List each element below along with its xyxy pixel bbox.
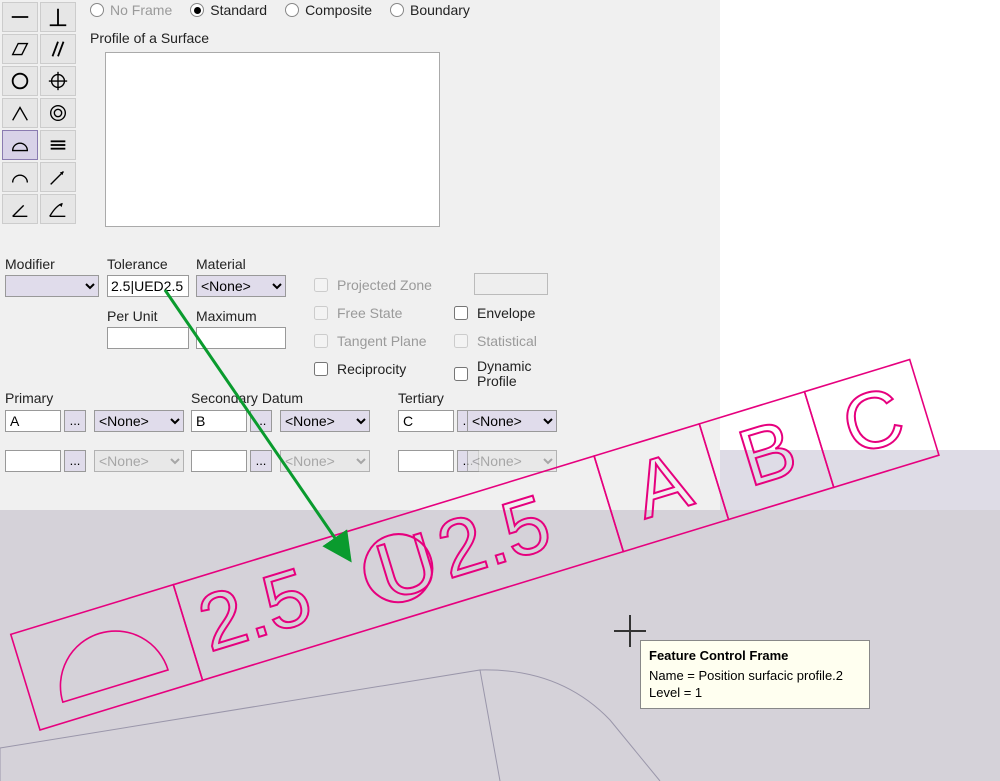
no-frame-radio[interactable]: No Frame [90, 2, 172, 18]
material-select[interactable]: <None> [196, 275, 286, 297]
secondary-ellipsis2-button[interactable]: ... [250, 450, 272, 472]
composite-label: Composite [305, 2, 372, 18]
primary-input2[interactable] [5, 450, 61, 472]
secondary-datum-row: ... [191, 410, 272, 432]
tertiary-input2[interactable] [398, 450, 454, 472]
tertiary-mod-select2: <None> [467, 450, 557, 472]
standard-radio[interactable]: Standard [190, 2, 267, 18]
tolerance-input[interactable] [107, 275, 189, 297]
runout-icon[interactable] [40, 162, 76, 192]
projected-zone-input [474, 273, 548, 295]
concentricity-icon[interactable] [40, 98, 76, 128]
runout-single-icon[interactable] [2, 194, 38, 224]
per-unit-input[interactable] [107, 327, 189, 349]
circularity-icon[interactable] [2, 66, 38, 96]
no-frame-label: No Frame [110, 2, 172, 18]
tertiary-label: Tertiary [398, 390, 444, 406]
secondary-mod-select2: <None> [280, 450, 370, 472]
modifier-label: Modifier [5, 256, 55, 272]
maximum-label: Maximum [196, 308, 257, 324]
line-profile-icon[interactable] [2, 162, 38, 192]
fcf-tooltip: Feature Control Frame Name = Position su… [640, 640, 870, 709]
secondary-datum-label: Secondary Datum [191, 390, 303, 406]
primary-datum-row2: ... [5, 450, 86, 472]
parallelism-icon[interactable] [40, 34, 76, 64]
modifier-select[interactable] [5, 275, 99, 297]
tooltip-level-row: Level = 1 [649, 684, 861, 702]
straightness-icon[interactable] [2, 2, 38, 32]
boundary-radio[interactable]: Boundary [390, 2, 470, 18]
secondary-ellipsis-button[interactable]: ... [250, 410, 272, 432]
primary-datum-row: ... [5, 410, 86, 432]
position-icon[interactable] [40, 66, 76, 96]
primary-ellipsis-button[interactable]: ... [64, 410, 86, 432]
composite-radio[interactable]: Composite [285, 2, 372, 18]
viewport-strip [720, 450, 1000, 510]
tangent-plane-checkbox[interactable]: Tangent Plane [310, 331, 427, 351]
secondary-input[interactable] [191, 410, 247, 432]
tooltip-name-row: Name = Position surfacic profile.2 [649, 667, 861, 685]
tertiary-input[interactable] [398, 410, 454, 432]
frame-type-radios: No Frame Standard Composite Boundary [90, 2, 470, 18]
per-unit-label: Per Unit [107, 308, 158, 324]
symmetry-icon[interactable] [40, 130, 76, 160]
primary-ellipsis2-button[interactable]: ... [64, 450, 86, 472]
tolerance-label: Tolerance [107, 256, 168, 272]
perpendicularity-icon[interactable] [40, 2, 76, 32]
preview-box [105, 52, 440, 227]
boundary-label: Boundary [410, 2, 470, 18]
dynamic-profile-checkbox[interactable]: Dynamic Profile [450, 359, 537, 390]
secondary-input2[interactable] [191, 450, 247, 472]
reciprocity-checkbox[interactable]: Reciprocity [310, 359, 406, 379]
surface-profile-icon[interactable] [2, 130, 38, 160]
angularity-icon[interactable] [2, 98, 38, 128]
total-runout-icon[interactable] [40, 194, 76, 224]
gd-t-panel: No Frame Standard Composite Boundary Pro… [0, 0, 720, 510]
projected-zone-checkbox[interactable]: Projected Zone [310, 275, 432, 295]
tooltip-title: Feature Control Frame [649, 647, 861, 665]
statistical-checkbox[interactable]: Statistical [450, 331, 537, 351]
tertiary-mod-select[interactable]: <None> [467, 410, 557, 432]
primary-mod-select[interactable]: <None> [94, 410, 184, 432]
free-state-checkbox[interactable]: Free State [310, 303, 402, 323]
standard-label: Standard [210, 2, 267, 18]
primary-input[interactable] [5, 410, 61, 432]
envelope-checkbox[interactable]: Envelope [450, 303, 535, 323]
secondary-datum-row2: ... [191, 450, 272, 472]
profile-label: Profile of a Surface [90, 30, 209, 46]
maximum-input[interactable] [196, 327, 286, 349]
symbol-icon-grid [2, 2, 76, 224]
material-label: Material [196, 256, 246, 272]
primary-label: Primary [5, 390, 53, 406]
secondary-mod-select[interactable]: <None> [280, 410, 370, 432]
primary-mod-select2: <None> [94, 450, 184, 472]
flatness-icon[interactable] [2, 34, 38, 64]
